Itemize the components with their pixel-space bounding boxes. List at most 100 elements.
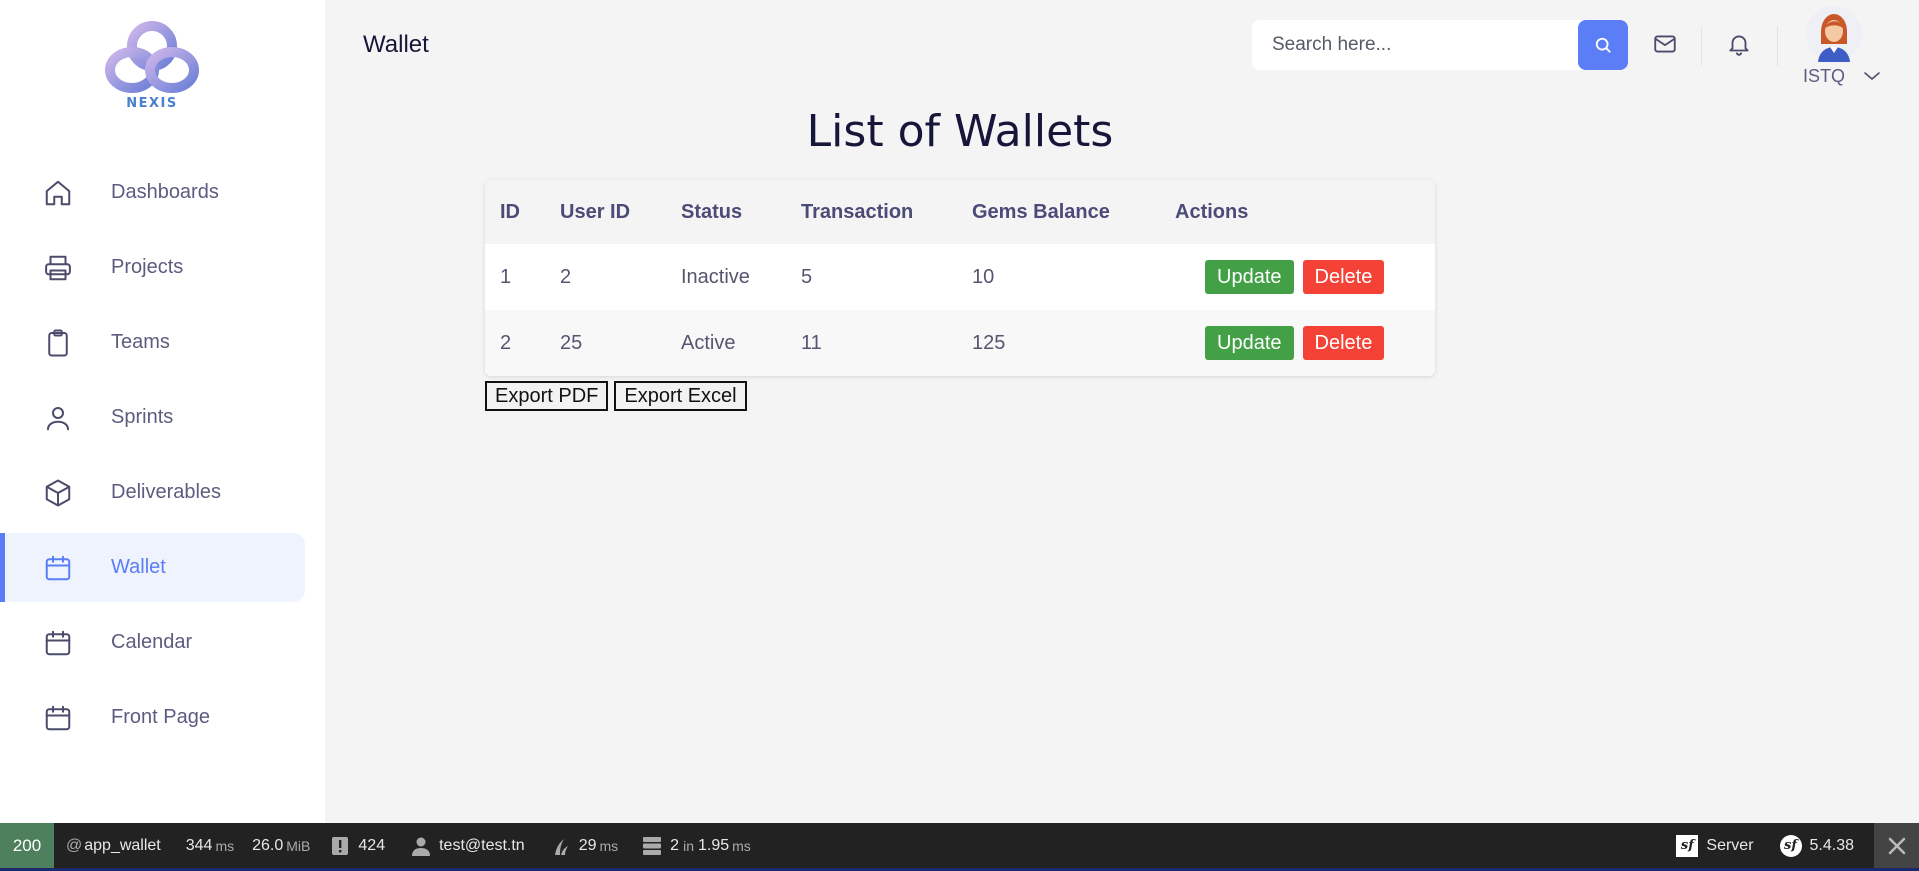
update-button[interactable]: Update xyxy=(1205,260,1294,294)
server-info[interactable]: sf Server xyxy=(1676,834,1754,857)
page-title: Wallet xyxy=(363,31,429,58)
close-icon xyxy=(1888,837,1905,854)
table-row: 1 2 Inactive 5 10 Update Delete xyxy=(485,244,1435,310)
sidebar-item-label: Sprints xyxy=(111,406,174,428)
bell-icon xyxy=(1729,35,1749,56)
db-queries: 2 xyxy=(670,836,680,854)
sidebar-item-sprints[interactable]: Sprints xyxy=(0,383,305,452)
close-toolbar-button[interactable] xyxy=(1874,823,1919,868)
sidebar-item-front-page[interactable]: Front Page xyxy=(0,683,305,752)
nexis-logo[interactable]: NEXIS xyxy=(100,20,204,111)
route-name: app_wallet xyxy=(84,836,161,854)
cell-id: 2 xyxy=(500,331,512,354)
cell-actions: Update Delete xyxy=(1160,244,1435,310)
logs-count: 424 xyxy=(358,836,386,854)
chevron-down-icon xyxy=(1864,72,1880,81)
memory-unit: MiB xyxy=(286,837,311,854)
home-icon xyxy=(43,178,73,208)
db-time: 1.95 xyxy=(697,836,730,854)
db-in: in xyxy=(683,837,694,854)
sidebar-item-dashboards[interactable]: Dashboards xyxy=(0,158,305,227)
logo-text: NEXIS xyxy=(126,96,178,111)
sidebar-item-calendar[interactable]: Calendar xyxy=(0,608,305,677)
symfony-server-icon: sf xyxy=(1676,834,1699,857)
user-name[interactable]: ISTQ xyxy=(1803,66,1845,87)
user-menu-toggle[interactable] xyxy=(1862,67,1882,85)
cell-actions: Update Delete xyxy=(1160,310,1435,376)
twig-icon xyxy=(551,836,571,856)
wallets-title: List of Wallets xyxy=(806,106,1114,157)
cell-transaction: 5 xyxy=(801,265,813,288)
sidebar-item-label: Calendar xyxy=(111,631,193,653)
table-header-row: ID User ID Status Transaction Gems Balan… xyxy=(485,180,1435,244)
time-unit: ms xyxy=(215,837,235,854)
status-code-badge[interactable]: 200 xyxy=(0,823,54,868)
delete-button[interactable]: Delete xyxy=(1302,260,1385,294)
debug-toolbar: 200 @ app_wallet 344 ms 26.0 MiB 424 tes… xyxy=(0,823,1919,871)
cell-user-id: 25 xyxy=(560,331,583,354)
header-divider xyxy=(1777,26,1778,66)
header-divider xyxy=(1701,26,1702,66)
search-button[interactable] xyxy=(1578,20,1628,70)
delete-button[interactable]: Delete xyxy=(1302,326,1385,360)
cell-id: 1 xyxy=(500,265,512,288)
column-header-user-id: User ID xyxy=(560,200,631,223)
sidebar-nav: Dashboards Projects Teams Sprints Delive… xyxy=(0,158,325,758)
toolbar-right: sf Server sf 5.4.38 xyxy=(1664,823,1919,868)
logs-icon xyxy=(330,836,350,856)
cell-transaction: 11 xyxy=(801,331,822,354)
symfony-version: 5.4.38 xyxy=(1809,836,1854,854)
database-info[interactable]: 2 in 1.95 ms xyxy=(642,836,751,856)
export-buttons: Export PDF Export Excel xyxy=(485,381,747,411)
mail-button[interactable] xyxy=(1651,30,1679,58)
user-avatar-icon xyxy=(1806,6,1862,62)
user-email: test@test.tn xyxy=(439,836,525,854)
sidebar-item-projects[interactable]: Projects xyxy=(0,233,305,302)
sidebar-item-deliverables[interactable]: Deliverables xyxy=(0,458,305,527)
column-header-actions: Actions xyxy=(1175,200,1249,223)
column-header-status: Status xyxy=(681,200,743,223)
search-icon xyxy=(1595,37,1611,53)
logo-icon xyxy=(105,21,199,93)
sidebar-item-label: Teams xyxy=(111,331,170,353)
cell-gems-balance: 10 xyxy=(972,265,995,288)
update-button[interactable]: Update xyxy=(1205,326,1294,360)
sidebar-item-label: Dashboards xyxy=(111,181,219,203)
notifications-button[interactable] xyxy=(1725,30,1753,58)
avatar[interactable] xyxy=(1806,6,1862,62)
cell-gems-balance: 125 xyxy=(972,331,1006,354)
user-info[interactable]: test@test.tn xyxy=(411,836,525,856)
column-header-gems-balance: Gems Balance xyxy=(972,200,1110,223)
time-info[interactable]: 344 ms xyxy=(186,837,234,855)
sidebar: NEXIS Dashboards Projects Teams Sprints xyxy=(0,0,325,823)
search-bar xyxy=(1252,20,1628,70)
export-pdf-button[interactable]: Export PDF xyxy=(485,381,609,411)
route-prefix: @ xyxy=(66,836,83,854)
twig-value: 29 xyxy=(578,836,597,854)
memory-value: 26.0 xyxy=(252,836,284,854)
sidebar-item-label: Deliverables xyxy=(111,481,222,503)
sidebar-item-label: Wallet xyxy=(111,556,166,578)
column-header-id: ID xyxy=(500,200,520,223)
table-row: 2 25 Active 11 125 Update Delete xyxy=(485,310,1435,376)
export-excel-button[interactable]: Export Excel xyxy=(614,381,747,411)
user-icon xyxy=(43,403,73,433)
cell-status: Inactive xyxy=(681,265,750,288)
search-input[interactable] xyxy=(1252,20,1576,70)
twig-unit: ms xyxy=(599,837,619,854)
column-header-transaction: Transaction xyxy=(801,200,914,223)
box-icon xyxy=(43,478,73,508)
twig-info[interactable]: 29 ms xyxy=(551,836,618,856)
time-value: 344 xyxy=(185,836,213,854)
sidebar-item-wallet[interactable]: Wallet xyxy=(0,533,305,602)
symfony-version-info[interactable]: sf 5.4.38 xyxy=(1779,834,1854,857)
sidebar-item-teams[interactable]: Teams xyxy=(0,308,305,377)
printer-icon xyxy=(43,253,73,283)
cell-user-id: 2 xyxy=(560,265,572,288)
database-icon xyxy=(642,836,662,856)
symfony-logo-icon: sf xyxy=(1779,834,1802,857)
route-info[interactable]: @ app_wallet xyxy=(66,837,161,855)
db-unit: ms xyxy=(732,837,751,854)
memory-info[interactable]: 26.0 MiB xyxy=(252,837,310,855)
logs-info[interactable]: 424 xyxy=(330,836,385,856)
